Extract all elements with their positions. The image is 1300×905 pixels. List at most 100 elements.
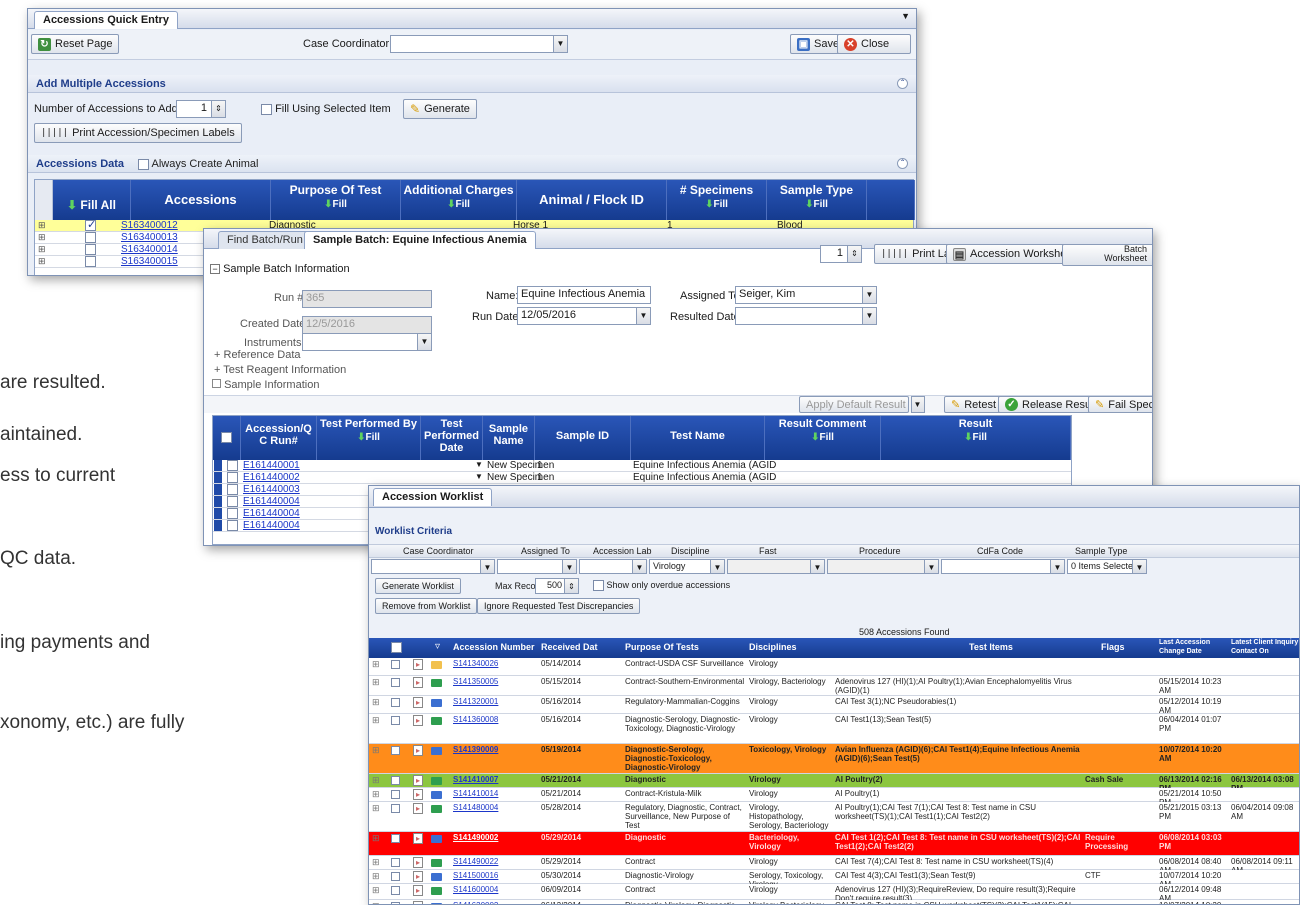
expand-row-icon[interactable]: ⊞ xyxy=(372,678,380,687)
accession-qc-run-header[interactable]: Accession/Q C Run# xyxy=(241,416,317,460)
table-row[interactable]: E161440002 ▼ New Specimen 1 Equine Infectiou… xyxy=(213,472,1071,484)
generate-worklist-button[interactable]: Generate Worklist xyxy=(375,578,461,594)
cdfa-code-filter[interactable]: ▼ xyxy=(941,559,1065,574)
edit-icon[interactable]: ▸ xyxy=(413,697,423,708)
sample-id-cell[interactable]: 1 xyxy=(537,460,543,471)
edit-icon[interactable]: ▸ xyxy=(413,833,423,844)
reference-data-toggle[interactable]: + Reference Data xyxy=(214,349,301,361)
row-checkbox[interactable] xyxy=(227,460,238,471)
row-checkbox[interactable] xyxy=(227,508,238,519)
remove-from-worklist-button[interactable]: Remove from Worklist xyxy=(375,598,478,614)
table-row[interactable]: ⊞ ▸ S141340026 05/14/2014 Contract-USDA CSF … xyxy=(369,658,1299,676)
fill-link[interactable]: Fill xyxy=(401,199,516,210)
accession-link[interactable]: S141340026 xyxy=(453,659,537,668)
envelope-icon[interactable] xyxy=(431,791,442,799)
print-labels-button[interactable]: ||||| Print Accession/Specimen Labels xyxy=(34,123,242,143)
test-items-header[interactable]: Test Items xyxy=(969,642,1013,652)
fill-link[interactable]: Fill xyxy=(881,432,1070,443)
expand-row-icon[interactable]: ⊞ xyxy=(372,834,380,843)
select-all-header[interactable] xyxy=(213,416,241,460)
envelope-icon[interactable] xyxy=(431,777,442,785)
tab-menu-icon[interactable]: ▼ xyxy=(901,11,910,21)
accession-link[interactable]: S141480004 xyxy=(453,803,537,812)
row-checkbox[interactable] xyxy=(391,678,400,687)
accession-lab-filter[interactable]: ▼ xyxy=(579,559,647,574)
reset-page-button[interactable]: ↻ Reset Page xyxy=(31,34,120,54)
envelope-icon[interactable] xyxy=(431,699,442,707)
row-checkbox[interactable] xyxy=(227,496,238,507)
table-row[interactable]: ⊞ ▸ S141390009 05/19/2014 Diagnostic-Serolog… xyxy=(369,744,1299,774)
row-checkbox[interactable] xyxy=(391,660,400,669)
edit-icon[interactable]: ▸ xyxy=(413,775,423,786)
flags-header[interactable]: Flags xyxy=(1101,642,1125,652)
row-checkbox[interactable] xyxy=(391,834,400,843)
table-row[interactable]: ⊞ ▸ S141480004 05/28/2014 Regulatory, Diagno… xyxy=(369,802,1299,832)
row-checkbox[interactable] xyxy=(85,218,96,231)
fill-link[interactable]: Fill xyxy=(765,432,880,443)
run-date-picker[interactable]: 12/05/2016 ▼ xyxy=(517,307,651,325)
row-checkbox[interactable] xyxy=(85,256,96,267)
number-of-accessions-spinner[interactable]: 1 ⇕ xyxy=(176,100,226,118)
collapse-icon[interactable]: ˆ xyxy=(897,158,908,169)
expand-row-icon[interactable]: ⊞ xyxy=(38,232,46,243)
envelope-icon[interactable] xyxy=(431,747,442,755)
sample-name-cell[interactable]: New Specimen xyxy=(487,472,554,483)
row-checkbox[interactable] xyxy=(391,790,400,799)
collapse-box-icon[interactable]: − xyxy=(210,264,220,274)
edit-icon[interactable]: ▸ xyxy=(413,677,423,688)
accession-link[interactable]: E161440002 xyxy=(243,472,300,483)
accession-link[interactable]: S141490022 xyxy=(453,857,537,866)
table-row[interactable]: ⊞ ▸ S141600004 06/09/2014 Contract Virology Ad… xyxy=(369,884,1299,903)
accession-link[interactable]: S141630002 xyxy=(453,901,537,904)
accession-link[interactable]: S163400013 xyxy=(121,232,178,243)
edit-icon[interactable]: ▸ xyxy=(413,789,423,800)
fill-using-selected-item[interactable]: Fill Using Selected Item xyxy=(261,103,391,115)
max-records-spinner[interactable]: 500 ⇕ xyxy=(535,578,579,594)
expand-row-icon[interactable]: ⊞ xyxy=(372,886,380,895)
fill-link[interactable]: Fill xyxy=(317,432,420,443)
expand-row-icon[interactable]: ⊞ xyxy=(372,746,380,755)
sample-type-column-header[interactable]: Sample Type Fill xyxy=(767,180,867,220)
sample-id-cell[interactable]: 1 xyxy=(537,472,543,483)
edit-icon[interactable]: ▸ xyxy=(413,871,423,882)
row-checkbox[interactable] xyxy=(391,804,400,813)
fill-link[interactable]: Fill xyxy=(271,199,400,210)
row-checkbox[interactable] xyxy=(391,698,400,707)
spinner-arrows-icon[interactable]: ⇕ xyxy=(847,246,861,262)
expand-row-icon[interactable]: ⊞ xyxy=(38,244,46,255)
row-checkbox[interactable] xyxy=(391,872,400,881)
filter-icon[interactable]: ▿ xyxy=(435,641,440,652)
table-row[interactable]: ⊞ ▸ S141360008 05/16/2014 Diagnostic-Serolog… xyxy=(369,714,1299,744)
expand-row-icon[interactable]: ⊞ xyxy=(38,256,46,267)
row-checkbox[interactable] xyxy=(391,716,400,725)
edit-icon[interactable]: ▸ xyxy=(413,715,423,726)
result-comment-header[interactable]: Result Comment Fill xyxy=(765,416,881,460)
test-reagent-toggle[interactable]: + Test Reagent Information xyxy=(214,364,346,376)
fast-filter[interactable]: ▼ xyxy=(727,559,825,574)
case-coordinator-select[interactable]: ▼ xyxy=(390,35,568,53)
expand-row-icon[interactable]: ⊞ xyxy=(372,858,380,867)
sample-type-filter[interactable]: 0 Items Selected ▼ xyxy=(1067,559,1147,574)
ignore-discrepancies-button[interactable]: Ignore Requested Test Discrepancies xyxy=(477,598,641,614)
fill-using-selected-checkbox[interactable] xyxy=(261,103,272,115)
sample-name-header[interactable]: Sample Name xyxy=(483,416,535,460)
sample-information-toggle[interactable]: Sample Information xyxy=(212,379,319,391)
expand-row-icon[interactable]: ⊞ xyxy=(372,776,380,785)
expand-row-icon[interactable]: ⊞ xyxy=(372,872,380,881)
tab-sample-batch[interactable]: Sample Batch: Equine Infectious Anemia xyxy=(304,231,536,249)
accession-link[interactable]: S141350005 xyxy=(453,677,537,686)
accession-link[interactable]: E161440001 xyxy=(243,460,300,471)
default-result-dropdown[interactable]: ▼ xyxy=(911,396,925,413)
expand-row-icon[interactable]: ⊞ xyxy=(372,804,380,813)
envelope-icon[interactable] xyxy=(431,859,442,867)
close-button[interactable]: ✕ Close xyxy=(837,34,911,54)
name-field[interactable]: Equine Infectious Anemia xyxy=(517,286,651,304)
show-overdue-checkbox[interactable] xyxy=(593,580,604,592)
edit-icon[interactable]: ▸ xyxy=(413,885,423,896)
table-row[interactable]: ⊞ ▸ S141490002 05/29/2014 Diagnostic Bacterio… xyxy=(369,832,1299,856)
tab-accessions-quick-entry[interactable]: Accessions Quick Entry xyxy=(34,11,178,29)
purpose-of-tests-header[interactable]: Purpose Of Tests xyxy=(625,642,699,652)
apply-default-result-button[interactable]: Apply Default Result xyxy=(799,396,909,413)
envelope-icon[interactable] xyxy=(431,679,442,687)
accession-link[interactable]: S141490002 xyxy=(453,833,537,842)
